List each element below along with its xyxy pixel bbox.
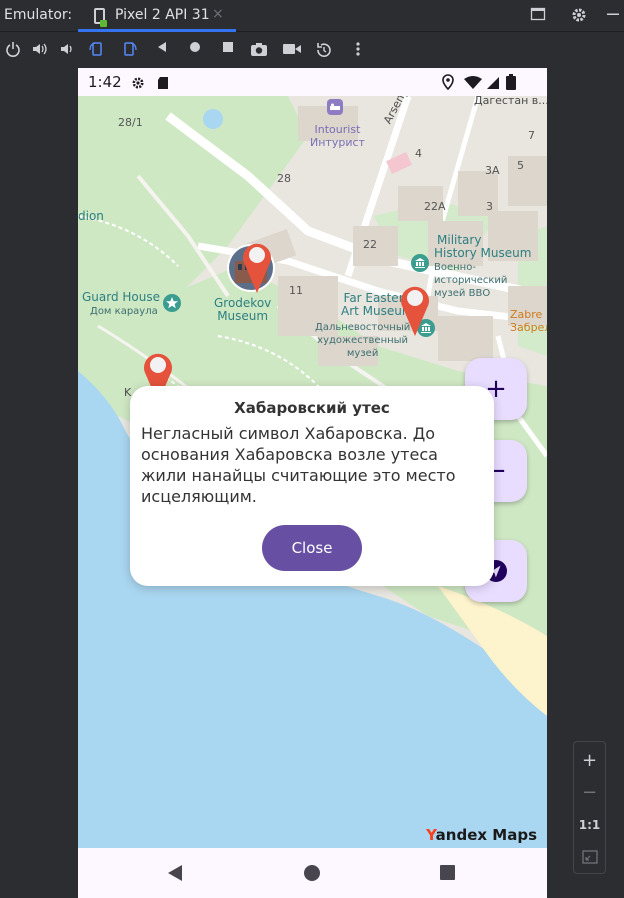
status-bar: 1:42 bbox=[78, 68, 547, 96]
map-number: 28/1 bbox=[118, 116, 143, 129]
stadion-label: dion bbox=[78, 209, 104, 223]
close-button[interactable]: Close bbox=[262, 525, 362, 571]
dagestan-label: Дагестан в... bbox=[474, 96, 547, 107]
emulator-label: Emulator: bbox=[4, 7, 73, 23]
close-tab-icon[interactable]: × bbox=[212, 6, 224, 22]
power-icon[interactable] bbox=[4, 41, 22, 59]
fit-screen-icon[interactable] bbox=[574, 848, 605, 869]
tab-label: Pixel 2 API 31 bbox=[115, 7, 210, 23]
yandex-maps-logo[interactable]: Yandex Maps bbox=[426, 826, 537, 844]
back-icon[interactable] bbox=[153, 41, 171, 59]
map-number: 3 bbox=[486, 200, 493, 213]
military-museum-label: Military History Museum bbox=[434, 233, 532, 260]
map-number: 22 bbox=[363, 238, 377, 251]
dialog-body: Негласный символ Хабаровска. До основани… bbox=[141, 424, 456, 506]
more-icon[interactable] bbox=[349, 41, 367, 59]
map-number: 5 bbox=[517, 159, 524, 172]
video-icon[interactable] bbox=[282, 41, 301, 59]
tab-pixel-2[interactable]: Pixel 2 API 31 × bbox=[78, 0, 236, 32]
emulator-zoom-panel: + − 1:1 bbox=[573, 741, 606, 874]
guard-house-label: Guard House bbox=[82, 290, 161, 304]
recent-square-icon[interactable] bbox=[440, 865, 455, 880]
gear-icon bbox=[131, 75, 145, 94]
intourist-label: Intourist Интурист bbox=[310, 123, 365, 149]
volume-up-icon[interactable] bbox=[31, 41, 49, 59]
map-number: 7 bbox=[528, 129, 535, 142]
emulator-toolbar bbox=[0, 33, 624, 67]
map-number: 3A bbox=[485, 164, 500, 177]
overview-icon[interactable] bbox=[219, 41, 237, 59]
ide-tab-bar: Emulator: Pixel 2 API 31 × bbox=[0, 0, 624, 32]
device-screen: 1:42 28/1 28 4 7 3A 5 22A 3 22 11 Intour… bbox=[78, 68, 547, 898]
status-time: 1:42 bbox=[88, 73, 122, 91]
gear-icon[interactable] bbox=[569, 6, 589, 26]
zabre-label: ZabreЗабрел bbox=[510, 308, 547, 334]
rotate-left-icon[interactable] bbox=[88, 41, 106, 59]
minimize-icon[interactable] bbox=[603, 6, 623, 26]
rotate-right-icon[interactable] bbox=[120, 41, 138, 59]
volume-down-icon[interactable] bbox=[58, 41, 76, 59]
snapshot-restore-icon[interactable] bbox=[315, 41, 333, 59]
military-museum-ru-label: Военно-исторический музей ВВО bbox=[434, 262, 508, 299]
far-eastern-ru-label: Дальневосточный художественный музей bbox=[315, 322, 411, 359]
map-number: 11 bbox=[289, 284, 303, 297]
home-icon[interactable] bbox=[186, 41, 204, 59]
battery-icon bbox=[506, 74, 516, 94]
place-info-dialog: Хабаровский утес Негласный символ Хабаро… bbox=[130, 386, 494, 586]
sd-card-icon bbox=[157, 75, 169, 94]
tab-active-indicator bbox=[78, 29, 236, 32]
navigation-bar bbox=[78, 848, 547, 898]
back-triangle-icon[interactable] bbox=[168, 865, 182, 881]
emulator-zoom-in-button[interactable]: + bbox=[574, 750, 605, 771]
map-number: 28 bbox=[277, 172, 291, 185]
guard-house-ru-label: Дом караула bbox=[90, 306, 158, 317]
emulator-zoom-out-button[interactable]: − bbox=[574, 782, 605, 803]
grodekov-museum-label: Grodekov Museum bbox=[214, 296, 272, 323]
dialog-title: Хабаровский утес bbox=[234, 399, 390, 417]
home-circle-icon[interactable] bbox=[304, 865, 320, 881]
location-icon bbox=[442, 74, 454, 94]
phone-device-icon bbox=[94, 8, 107, 27]
camera-icon[interactable] bbox=[250, 41, 268, 59]
wifi-icon bbox=[464, 75, 482, 94]
map-number: 4 bbox=[415, 147, 422, 160]
actual-size-button[interactable]: 1:1 bbox=[574, 818, 605, 832]
restore-window-icon[interactable] bbox=[528, 6, 548, 26]
map-number: 22A bbox=[424, 200, 446, 213]
signal-icon bbox=[486, 75, 500, 94]
